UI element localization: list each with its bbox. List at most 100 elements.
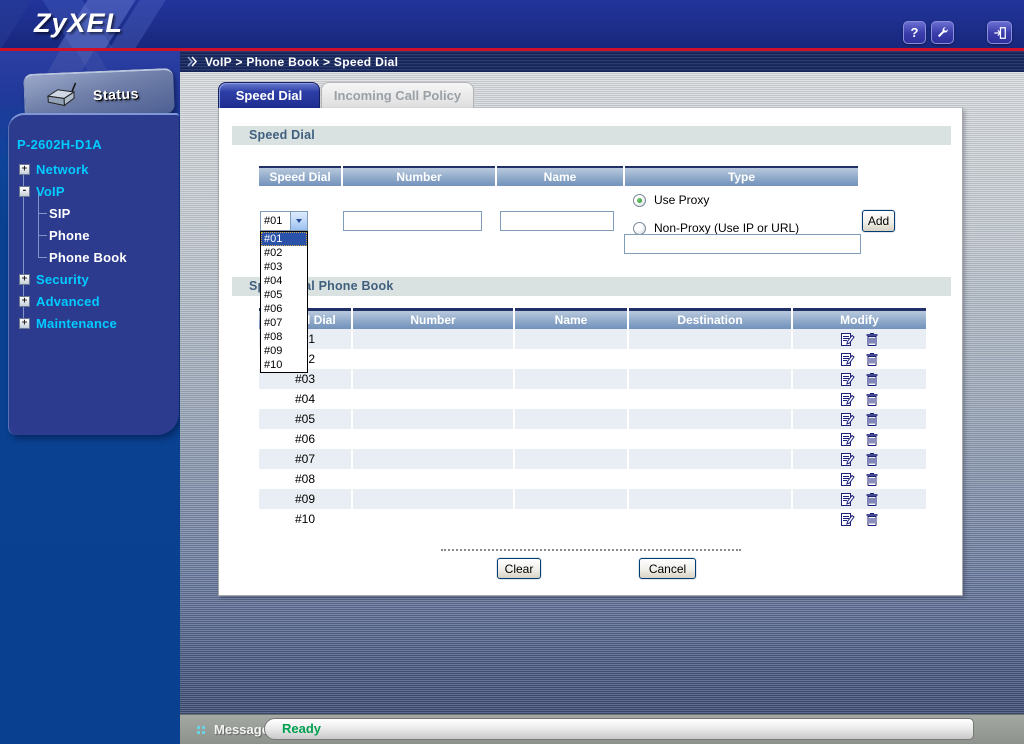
sidebar-item-network[interactable]: + Network — [19, 159, 89, 179]
breadcrumb: VoIP > Phone Book > Speed Dial — [180, 51, 1024, 72]
clear-button[interactable]: Clear — [497, 558, 541, 579]
trash-icon[interactable] — [866, 412, 878, 426]
tree-line — [38, 257, 47, 258]
table-row: #09 — [259, 489, 926, 509]
cell-name — [515, 509, 627, 529]
use-proxy-option: Use Proxy — [633, 193, 709, 207]
sidebar-item-security[interactable]: + Security — [19, 269, 89, 289]
edit-icon[interactable] — [841, 332, 855, 346]
non-proxy-option: Non-Proxy (Use IP or URL) — [633, 221, 799, 235]
help-button[interactable]: ? — [903, 21, 926, 44]
form-table-header: Speed Dial Number Name Type — [259, 166, 858, 186]
table-row: #07 — [259, 449, 926, 469]
edit-icon[interactable] — [841, 392, 855, 406]
expand-icon[interactable]: + — [19, 295, 30, 307]
router-icon — [46, 82, 77, 106]
trash-icon[interactable] — [866, 372, 878, 386]
trash-icon[interactable] — [866, 332, 878, 346]
tab-incoming-call-policy[interactable]: Incoming Call Policy — [321, 82, 474, 108]
cell-speed-dial: #07 — [259, 449, 351, 469]
cell-destination — [629, 489, 791, 509]
message-label: Message — [214, 722, 269, 737]
cell-name — [515, 349, 627, 369]
table-row: #06 — [259, 429, 926, 449]
top-header: ZyXEL ? — [0, 0, 1024, 48]
non-proxy-input[interactable] — [624, 234, 861, 254]
table-row: #05 — [259, 409, 926, 429]
sidebar-item-voip[interactable]: - VoIP — [19, 181, 65, 201]
logout-button[interactable] — [987, 21, 1012, 44]
expand-icon[interactable]: + — [19, 163, 30, 175]
dropdown-option[interactable]: #05 — [261, 288, 307, 302]
sidebar-item-advanced[interactable]: + Advanced — [19, 291, 100, 311]
tab-speed-dial[interactable]: Speed Dial — [218, 82, 320, 108]
breadcrumb-icon — [187, 56, 198, 67]
content-panel: Speed Dial Speed Dial Number Name Type #… — [218, 108, 963, 596]
cell-speed-dial: #05 — [259, 409, 351, 429]
dropdown-option[interactable]: #09 — [261, 344, 307, 358]
sidebar-item-maintenance[interactable]: + Maintenance — [19, 313, 117, 333]
expand-icon[interactable]: + — [19, 273, 30, 285]
sidebar-item-phone-book[interactable]: Phone Book — [49, 247, 127, 267]
dropdown-option[interactable]: #08 — [261, 330, 307, 344]
cell-number — [353, 389, 513, 409]
edit-icon[interactable] — [841, 352, 855, 366]
use-proxy-radio[interactable] — [633, 193, 646, 207]
table-header-row: Speed Dial Number Name Destination Modif… — [259, 308, 926, 329]
column-header: Speed Dial — [259, 166, 341, 186]
header-buttons: ? — [903, 21, 1012, 44]
dropdown-option[interactable]: #06 — [261, 302, 307, 316]
trash-icon[interactable] — [866, 432, 878, 446]
dropdown-option[interactable]: #02 — [261, 246, 307, 260]
sidebar-item-phone[interactable]: Phone — [49, 225, 90, 245]
cell-number — [353, 329, 513, 349]
dropdown-option[interactable]: #01 — [261, 232, 307, 246]
chevron-down-icon[interactable] — [290, 212, 307, 230]
edit-icon[interactable] — [841, 492, 855, 506]
wizard-button[interactable] — [931, 21, 954, 44]
cell-destination — [629, 429, 791, 449]
cell-speed-dial: #06 — [259, 429, 351, 449]
add-button[interactable]: Add — [862, 210, 895, 232]
table-row: #02 — [259, 349, 926, 369]
dropdown-option[interactable]: #03 — [261, 260, 307, 274]
speed-dial-select[interactable]: #01 — [260, 211, 308, 231]
cancel-button[interactable]: Cancel — [639, 558, 696, 579]
expand-icon[interactable]: + — [19, 317, 30, 329]
trash-icon[interactable] — [866, 492, 878, 506]
non-proxy-radio[interactable] — [633, 221, 646, 235]
message-field: Ready — [264, 718, 974, 740]
trash-icon[interactable] — [866, 352, 878, 366]
wrench-icon — [937, 27, 948, 38]
device-name: P-2602H-D1A — [17, 137, 102, 152]
cell-destination — [629, 509, 791, 529]
sidebar-item-sip[interactable]: SIP — [49, 203, 71, 223]
cell-destination — [629, 469, 791, 489]
edit-icon[interactable] — [841, 432, 855, 446]
dropdown-option[interactable]: #04 — [261, 274, 307, 288]
content-area: Speed Dial Incoming Call Policy Speed Di… — [180, 72, 1024, 714]
column-header: Name — [515, 308, 627, 329]
cell-speed-dial: #09 — [259, 489, 351, 509]
number-input[interactable] — [343, 211, 482, 231]
edit-icon[interactable] — [841, 372, 855, 386]
column-header: Number — [353, 308, 513, 329]
trash-icon[interactable] — [866, 392, 878, 406]
edit-icon[interactable] — [841, 512, 855, 526]
trash-icon[interactable] — [866, 512, 878, 526]
header-decoration — [0, 0, 38, 48]
name-input[interactable] — [500, 211, 614, 231]
edit-icon[interactable] — [841, 472, 855, 486]
non-proxy-label: Non-Proxy (Use IP or URL) — [654, 221, 800, 235]
nav-panel: P-2602H-D1A + Network - VoIP SIP Phone P… — [8, 113, 179, 435]
cell-modify — [793, 329, 926, 349]
cell-destination — [629, 349, 791, 369]
trash-icon[interactable] — [866, 472, 878, 486]
cell-modify — [793, 469, 926, 489]
dropdown-option[interactable]: #10 — [261, 358, 307, 372]
collapse-icon[interactable]: - — [19, 185, 30, 197]
edit-icon[interactable] — [841, 452, 855, 466]
edit-icon[interactable] — [841, 412, 855, 426]
dropdown-option[interactable]: #07 — [261, 316, 307, 330]
trash-icon[interactable] — [866, 452, 878, 466]
